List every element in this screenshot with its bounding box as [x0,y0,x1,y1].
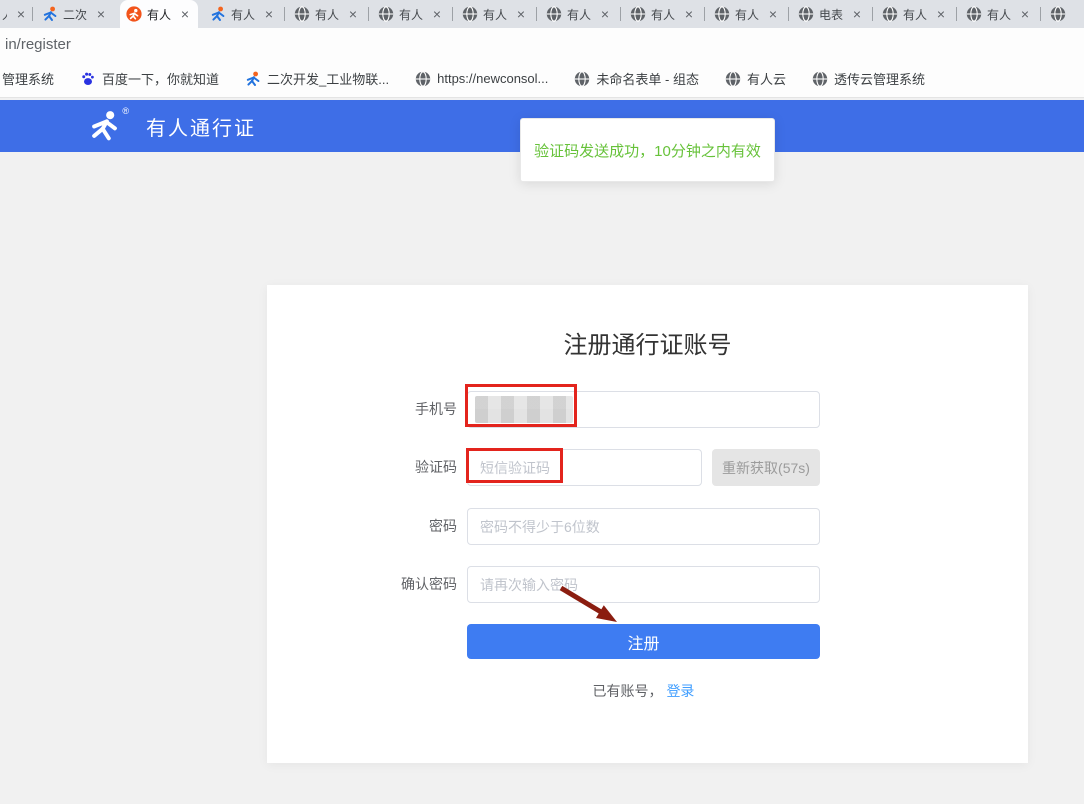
globe-favicon [882,6,898,22]
browser-tab[interactable]: 二次 [36,0,114,28]
bookmark-label: https://newconsol... [437,71,548,86]
bookmark-label: 管理系统 [2,69,54,88]
phone-label: 手机号 [287,391,457,428]
globe-icon [812,71,828,87]
tab-close-icon[interactable] [850,7,864,21]
globe-icon [725,71,741,87]
tab-close-icon[interactable] [262,7,276,21]
confirm-password-input[interactable] [467,566,820,603]
tab-close-icon[interactable] [1018,7,1032,21]
bookmark-label: 未命名表单 - 组态 [596,69,699,88]
bookmark-label: 二次开发_工业物联... [267,69,389,88]
tab-title: 有人 [987,6,1013,23]
toast-text: 验证码发送成功，10分钟之内有效 [534,140,761,161]
tab-close-icon[interactable] [14,7,28,21]
baidu-paw-icon [80,71,96,87]
tab-close-icon[interactable] [766,7,780,21]
url-text[interactable]: in/register [0,36,71,53]
code-label: 验证码 [287,449,457,486]
tab-title: 有人 [315,6,341,23]
browser-tab[interactable]: 有人 [540,0,618,28]
annotation-arrow-icon [545,580,635,630]
tab-title: 有人 [651,6,677,23]
globe-favicon [630,6,646,22]
bookmark-item[interactable]: 未命名表单 - 组态 [574,69,699,88]
globe-favicon [714,6,730,22]
toast-message: 验证码发送成功，10分钟之内有效 [520,118,775,182]
tab-title: 有人 [231,6,257,23]
tab-title: 有人 [483,6,509,23]
annotation-box-code [466,448,563,483]
browser-tab[interactable]: 有人 [288,0,366,28]
login-link[interactable]: 登录 [666,683,694,699]
bookmark-item[interactable]: 有人云 [725,69,786,88]
bookmark-item[interactable]: 二次开发_工业物联... [245,69,389,88]
browser-tab[interactable] [1044,0,1084,28]
resend-code-button[interactable]: 重新获取(57s) [712,449,820,486]
browser-window: 人 二次 [0,0,1084,804]
globe-favicon [462,6,478,22]
bookmark-item[interactable]: 百度一下，你就知道 [80,69,219,88]
tab-title: 有人 [567,6,593,23]
bookmarks-bar: 管理系统 百度一下，你就知道 [0,60,1084,98]
tab-close-icon[interactable] [178,7,192,21]
globe-favicon [294,6,310,22]
tab-title: 人 [2,6,7,23]
tab-close-icon[interactable] [514,7,528,21]
globe-favicon [1050,6,1066,22]
tab-title: 有人 [399,6,425,23]
bookmark-item[interactable]: 透传云管理系统 [812,69,925,88]
tab-title: 电表 [819,6,845,23]
tab-strip: 人 二次 [0,0,1084,28]
browser-tab[interactable]: 人 [0,0,30,28]
globe-favicon [546,6,562,22]
browser-tab[interactable]: 有人 [372,0,450,28]
register-button[interactable]: 注册 [467,624,820,659]
usr-runner-favicon [42,6,58,22]
bookmark-item[interactable]: 管理系统 [2,69,54,88]
tab-title: 二次 [63,6,89,23]
annotation-box-phone [465,384,577,427]
browser-tab[interactable]: 有人 [456,0,534,28]
globe-icon [574,71,590,87]
browser-tab[interactable]: 有人 [708,0,786,28]
bookmark-item[interactable]: https://newconsol... [415,71,548,87]
globe-favicon [966,6,982,22]
form-title: 注册通行证账号 [267,325,1028,360]
browser-tab[interactable]: 有人 [960,0,1038,28]
usr-logo-icon [88,109,122,143]
usr-runner-favicon [210,6,226,22]
tab-title: 有人 [903,6,929,23]
tab-close-icon[interactable] [598,7,612,21]
bookmark-label: 透传云管理系统 [834,69,925,88]
tab-close-icon[interactable] [430,7,444,21]
login-footer: 已有账号， 登录 [467,681,820,701]
bookmark-label: 百度一下，你就知道 [102,69,219,88]
confirm-password-label: 确认密码 [287,566,457,603]
register-card: 注册通行证账号 手机号 验证码 重新获取(57s) 密码 确认密码 注册 已有账… [267,285,1028,763]
tab-close-icon[interactable] [682,7,696,21]
tab-title: 有人 [735,6,761,23]
brand-title: 有人通行证 [146,112,256,141]
browser-tab[interactable]: 电表 [792,0,870,28]
tab-close-icon[interactable] [346,7,360,21]
usr-orange-favicon [126,6,142,22]
tab-title: 有人 [147,6,173,23]
password-label: 密码 [287,508,457,545]
browser-tab[interactable]: 有人 [624,0,702,28]
globe-favicon [378,6,394,22]
address-bar[interactable]: in/register [0,28,1084,60]
password-input[interactable] [467,508,820,545]
tab-close-icon[interactable] [934,7,948,21]
tab-close-icon[interactable] [94,7,108,21]
globe-icon [415,71,431,87]
browser-tab[interactable]: 有人 [876,0,954,28]
usr-runner-icon [245,71,261,87]
browser-tab[interactable]: 有人 [204,0,282,28]
have-account-text: 已有账号， [593,683,663,699]
globe-favicon [798,6,814,22]
browser-tab[interactable]: 有人 [120,0,198,28]
bookmark-label: 有人云 [747,69,786,88]
